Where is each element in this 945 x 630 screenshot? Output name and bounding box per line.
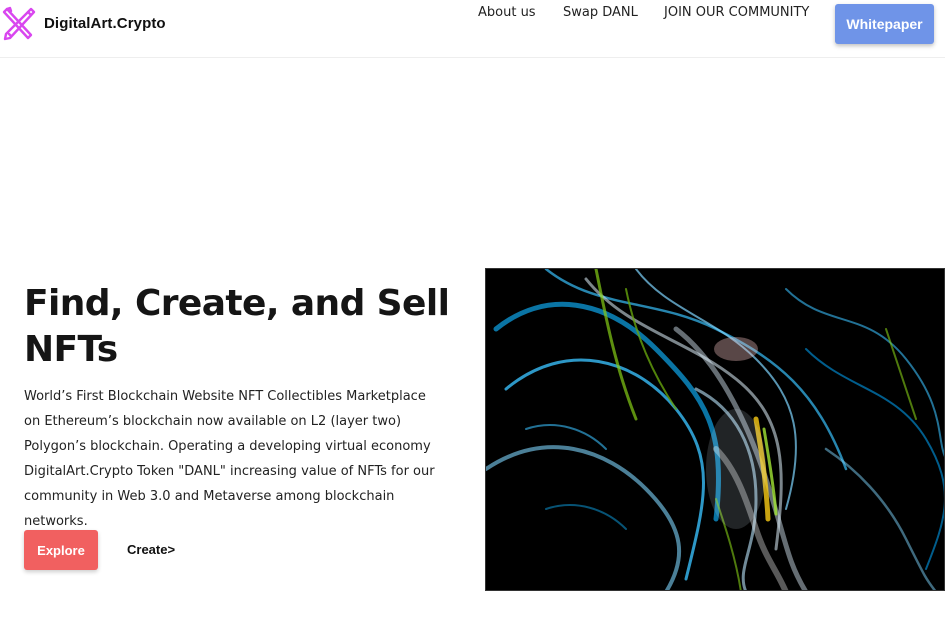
nav-about-us[interactable]: About us	[478, 5, 536, 20]
brand-logo[interactable]: DigitalArt.Crypto	[0, 4, 166, 42]
abstract-neon-art	[486, 269, 944, 590]
hero-description: World’s First Blockchain Website NFT Col…	[24, 389, 435, 529]
explore-button[interactable]: Explore	[24, 530, 98, 570]
hero-title: Find, Create, and Sell NFTs	[24, 283, 450, 370]
whitepaper-button[interactable]: Whitepaper	[835, 4, 934, 44]
nav-join-community[interactable]: JOIN OUR COMMUNITY	[664, 5, 809, 20]
nft-artwork-image	[485, 268, 945, 591]
page: DigitalArt.Crypto About us Swap DANL JOI…	[0, 0, 945, 630]
nav-swap-danl[interactable]: Swap DANL	[563, 5, 638, 20]
crossed-pencil-brush-icon	[2, 6, 36, 41]
site-header: DigitalArt.Crypto About us Swap DANL JOI…	[0, 0, 945, 58]
create-link[interactable]: Create>	[127, 542, 175, 557]
brand-name: DigitalArt.Crypto	[44, 14, 166, 32]
